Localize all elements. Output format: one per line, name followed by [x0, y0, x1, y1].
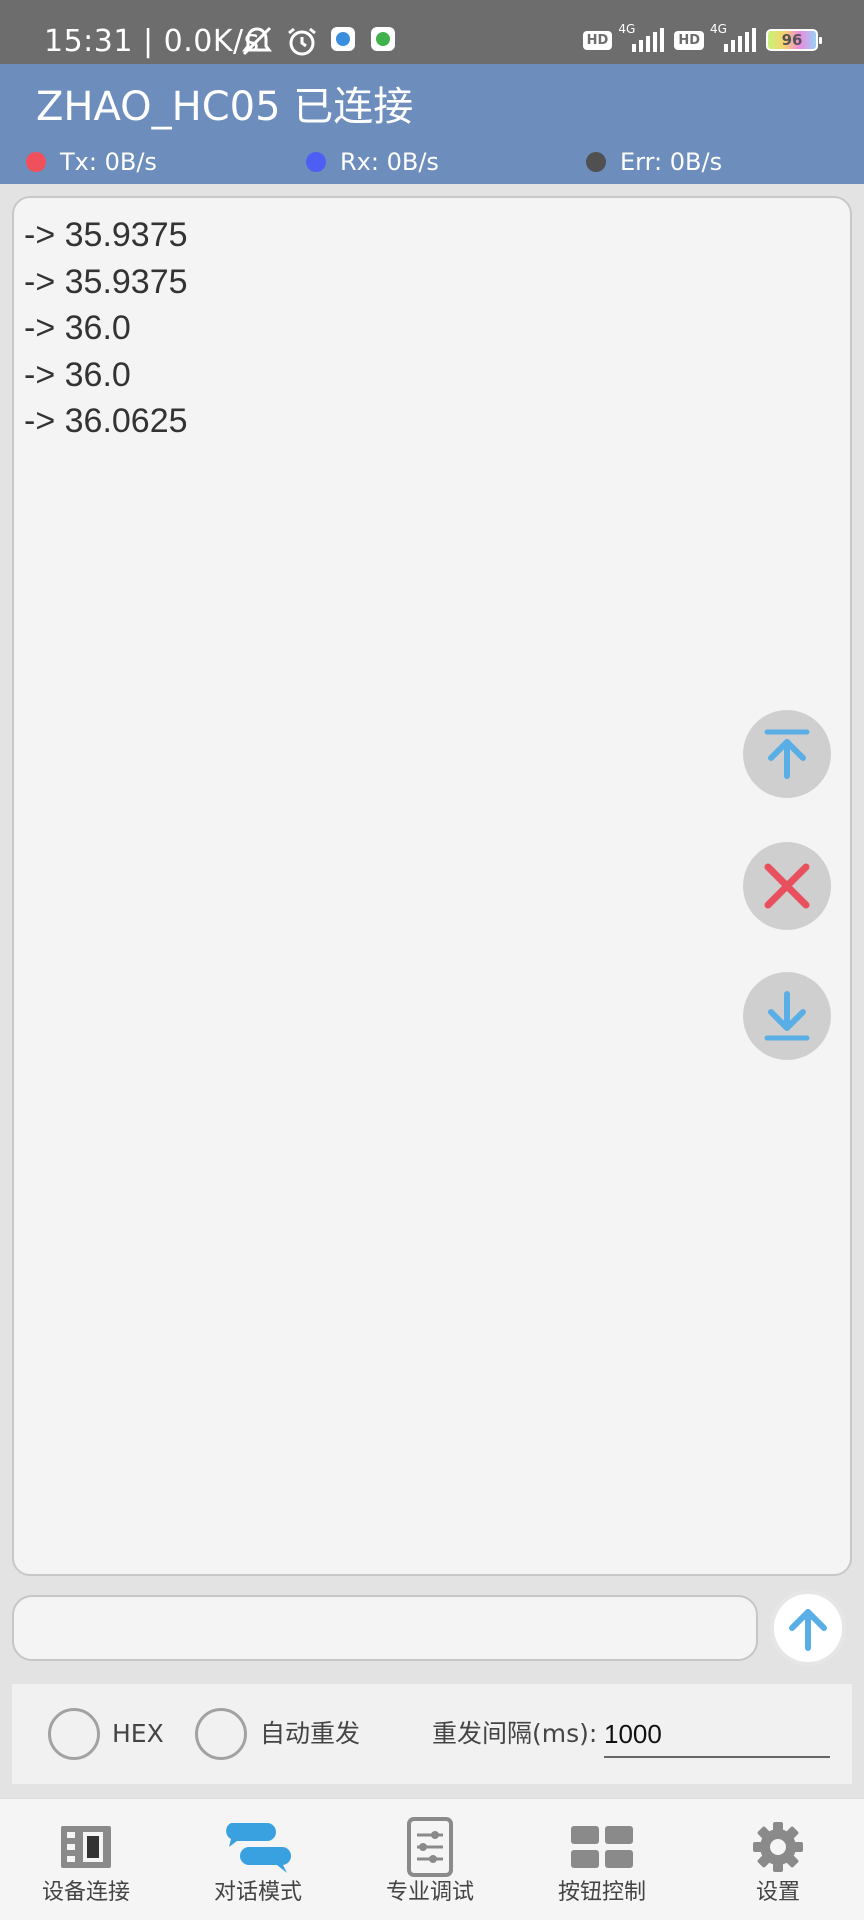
err-indicator: Err: 0B/s	[586, 148, 722, 176]
status-time: 15:31 | 0.0K/s	[44, 24, 260, 59]
nav-label: 设备连接	[41, 1880, 130, 1905]
muted-notifications-icon	[240, 26, 274, 60]
message-log[interactable]: -> 35.9375 -> 35.9375 -> 36.0 -> 36.0 ->…	[12, 196, 852, 1576]
device-connect-icon	[50, 1819, 122, 1875]
interval-input[interactable]	[604, 1712, 830, 1758]
auto-resend-label: 自动重发	[260, 1719, 361, 1748]
hex-label: HEX	[112, 1719, 164, 1748]
nav-item-button-control[interactable]: 按钮控制	[516, 1799, 688, 1920]
gear-icon	[742, 1819, 814, 1875]
tx-rate: Tx: 0B/s	[60, 148, 157, 176]
nav-item-settings[interactable]: 设置	[692, 1799, 864, 1920]
log-lines: -> 35.9375 -> 35.9375 -> 36.0 -> 36.0 ->…	[24, 212, 188, 445]
signal-icon: 4G	[710, 22, 760, 54]
hd-badge: HD	[582, 30, 613, 50]
arrow-to-bottom-icon	[764, 991, 810, 1041]
nav-label: 设置	[755, 1880, 800, 1905]
status-bar: 15:31 | 0.0K/s HD 4G HD 4G 96	[0, 0, 864, 64]
hex-radio[interactable]	[48, 1708, 100, 1760]
wechat-icon	[370, 26, 396, 56]
send-button[interactable]	[770, 1590, 846, 1666]
battery-icon: 96	[766, 29, 822, 51]
nav-item-pro-debug[interactable]: 专业调试	[344, 1799, 516, 1920]
nav-item-device-connect[interactable]: 设备连接	[0, 1799, 172, 1920]
log-line: -> 36.0	[24, 309, 131, 347]
arrow-to-top-icon	[764, 729, 810, 779]
button-grid-icon	[566, 1819, 638, 1875]
message-input[interactable]	[12, 1595, 758, 1661]
auto-resend-radio[interactable]	[195, 1708, 247, 1760]
close-icon	[764, 863, 810, 909]
signal-icon: 4G	[618, 22, 668, 54]
err-rate: Err: 0B/s	[620, 148, 723, 176]
nav-label: 按钮控制	[557, 1880, 646, 1905]
nav-label: 专业调试	[385, 1880, 474, 1905]
rx-rate: Rx: 0B/s	[340, 148, 439, 176]
scroll-bottom-button[interactable]	[743, 972, 831, 1060]
bottom-nav: 设备连接 对话模式 专业调试 按钮控制 设置	[0, 1798, 864, 1920]
err-dot-icon	[586, 152, 606, 172]
log-line: -> 36.0625	[24, 402, 188, 440]
chat-icon	[222, 1819, 294, 1875]
scroll-top-button[interactable]	[743, 710, 831, 798]
interval-label: 重发间隔(ms):	[432, 1719, 598, 1748]
log-line: -> 35.9375	[24, 262, 188, 301]
rx-dot-icon	[306, 152, 326, 172]
nav-label: 对话模式	[213, 1880, 302, 1905]
page-title: ZHAO_HC05 已连接	[36, 84, 414, 130]
log-line: -> 36.0	[24, 355, 131, 394]
alarm-icon	[286, 26, 318, 62]
rx-indicator: Rx: 0B/s	[306, 148, 439, 176]
nav-item-chat-mode[interactable]: 对话模式	[172, 1799, 344, 1920]
log-line: -> 35.9375	[24, 216, 188, 254]
debug-sliders-icon	[394, 1817, 466, 1877]
send-arrow-icon	[789, 1609, 827, 1651]
tx-dot-icon	[26, 152, 46, 172]
app-notification-icon	[330, 26, 356, 56]
status-right: HD 4G HD 4G 96	[582, 22, 822, 54]
clear-log-button[interactable]	[743, 842, 831, 930]
tx-indicator: Tx: 0B/s	[26, 148, 157, 176]
send-options: HEX 自动重发 重发间隔(ms):	[12, 1684, 852, 1784]
hd-badge: HD	[674, 30, 704, 50]
app-header: ZHAO_HC05 已连接 Tx: 0B/s Rx: 0B/s Err: 0B/…	[0, 64, 864, 184]
